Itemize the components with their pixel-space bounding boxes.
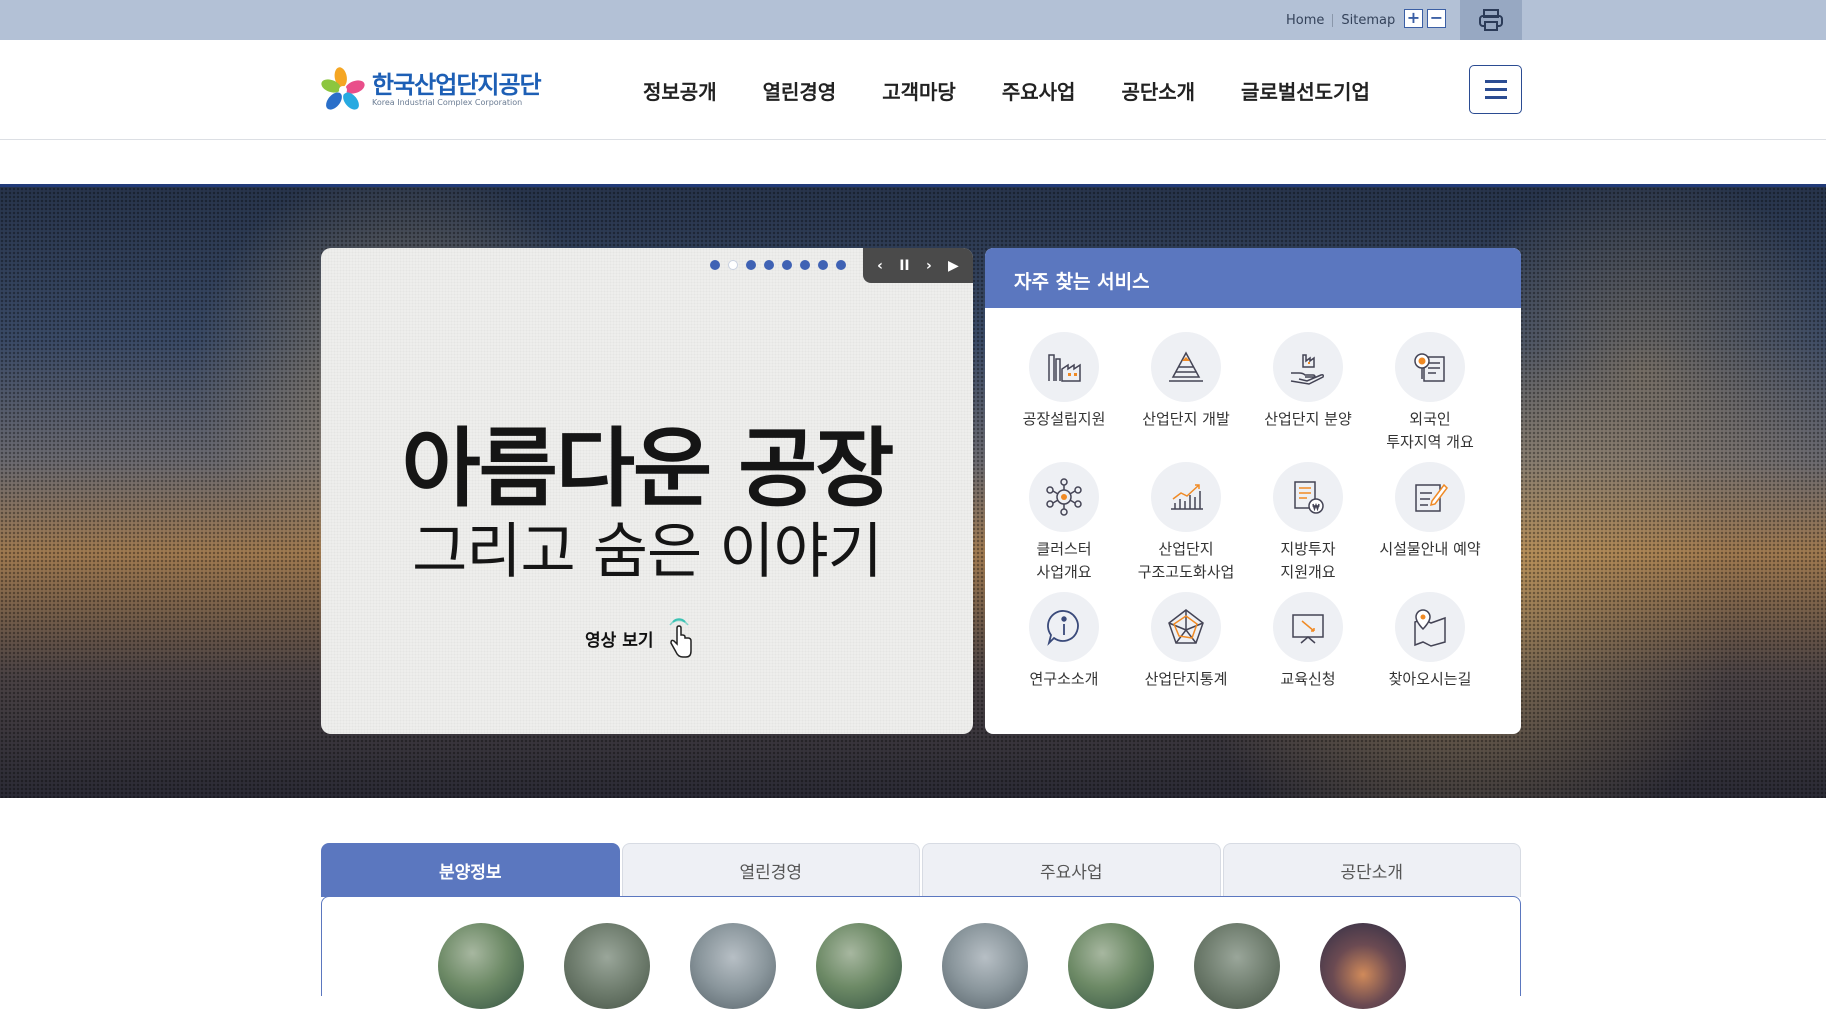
slide-dot[interactable]	[836, 260, 846, 270]
hand-pointer-icon	[669, 618, 693, 658]
content-tabs: 분양정보 열린경영 주요사업 공단소개	[321, 843, 1521, 897]
edit-document-icon	[1395, 462, 1465, 532]
main-navigation: 정보공개 열린경영 고객마당 주요사업 공단소개 글로벌선도기업	[620, 40, 1393, 140]
slide-dot[interactable]	[800, 260, 810, 270]
service-label: 산업단지 구조고도화사업	[1137, 540, 1235, 581]
nav-item-open-management[interactable]: 열린경영	[740, 76, 860, 105]
service-label: 산업단지통계	[1144, 670, 1228, 688]
service-local-investment[interactable]: 지방투자 지원개요	[1247, 462, 1369, 592]
complex-thumbnail[interactable]	[1194, 923, 1280, 1009]
quick-services-panel: 자주 찾는 서비스 공장설립지원 산업단지 개발 산업단지 분양 외국인 투자지…	[985, 248, 1521, 734]
service-label: 연구소소개	[1029, 670, 1099, 688]
logo-flower-icon	[321, 67, 365, 110]
pause-button[interactable]: II	[899, 258, 909, 274]
service-label: 찾아오시는길	[1388, 670, 1472, 688]
service-factory-support[interactable]: 공장설립지원	[1003, 332, 1125, 462]
tab-sale-info[interactable]: 분양정보	[321, 843, 620, 897]
service-label: 교육신청	[1280, 670, 1336, 688]
service-foreign-investment-zone[interactable]: 외국인 투자지역 개요	[1369, 332, 1491, 462]
main-visual-slider: ‹ II › ▶ 아름다운 공장 그리고 숨은 이야기 영상 보기	[321, 248, 973, 734]
complex-thumbnail[interactable]	[690, 923, 776, 1009]
hamburger-icon	[1484, 80, 1507, 83]
complex-thumbnails	[438, 923, 1406, 1009]
print-button[interactable]	[1460, 0, 1522, 40]
prev-slide-button[interactable]: ‹	[877, 258, 883, 274]
nav-item-business[interactable]: 주요사업	[979, 76, 1099, 105]
service-label: 시설물안내 예약	[1379, 540, 1481, 558]
growth-chart-icon	[1151, 462, 1221, 532]
service-complex-development[interactable]: 산업단지 개발	[1125, 332, 1247, 462]
service-label: 지방투자 지원개요	[1280, 540, 1336, 581]
nav-item-info[interactable]: 정보공개	[620, 76, 740, 105]
zoom-out-button[interactable]: −	[1427, 9, 1446, 28]
hand-factory-icon	[1273, 332, 1343, 402]
logo-name-ko: 한국산업단지공단	[372, 71, 542, 99]
logo[interactable]: 한국산업단지공단 Korea Industrial Complex Corpor…	[320, 67, 542, 113]
next-slide-button[interactable]: ›	[926, 258, 932, 274]
complex-thumbnail[interactable]	[942, 923, 1028, 1009]
utility-links: Home Sitemap	[1286, 0, 1395, 40]
logo-name-en: Korea Industrial Complex Corporation	[372, 98, 523, 107]
service-education[interactable]: 교육신청	[1247, 592, 1369, 722]
utility-bar: Home Sitemap + −	[0, 0, 1826, 40]
nav-item-global-leader[interactable]: 글로벌선도기업	[1218, 76, 1393, 138]
radar-chart-icon	[1151, 592, 1221, 662]
tab-open-management[interactable]: 열린경영	[621, 843, 920, 897]
hamburger-line	[1484, 88, 1507, 91]
slide-dot[interactable]	[818, 260, 828, 270]
quick-services-grid: 공장설립지원 산업단지 개발 산업단지 분양 외국인 투자지역 개요 클러스터 …	[1003, 332, 1503, 722]
nav-item-customer[interactable]: 고객마당	[859, 76, 979, 105]
service-label: 산업단지 분양	[1264, 410, 1352, 428]
info-icon	[1029, 592, 1099, 662]
cluster-icon	[1029, 462, 1099, 532]
slide-indicators	[710, 260, 846, 270]
quick-services-title: 자주 찾는 서비스	[985, 248, 1521, 308]
complex-thumbnail[interactable]	[564, 923, 650, 1009]
service-label: 공장설립지원	[1022, 410, 1106, 428]
tab-about[interactable]: 공단소개	[1222, 843, 1521, 897]
slide-dot[interactable]	[764, 260, 774, 270]
service-restructuring[interactable]: 산업단지 구조고도화사업	[1125, 462, 1247, 592]
service-label: 산업단지 개발	[1142, 410, 1230, 428]
service-complex-sale[interactable]: 산업단지 분양	[1247, 332, 1369, 462]
map-pin-icon	[1395, 592, 1465, 662]
home-link[interactable]: Home	[1286, 13, 1324, 28]
play-button[interactable]: ▶	[948, 258, 959, 274]
complex-thumbnail[interactable]	[816, 923, 902, 1009]
zoom-in-button[interactable]: +	[1404, 9, 1423, 28]
service-directions[interactable]: 찾아오시는길	[1369, 592, 1491, 722]
watch-video-label: 영상 보기	[585, 630, 654, 651]
factory-icon	[1029, 332, 1099, 402]
zoom-controls: + −	[1404, 9, 1446, 28]
service-cluster[interactable]: 클러스터 사업개요	[1003, 462, 1125, 592]
slide-dot[interactable]	[710, 260, 720, 270]
printer-icon	[1479, 9, 1503, 31]
slide-controls: ‹ II › ▶	[863, 248, 973, 283]
service-label: 외국인 투자지역 개요	[1386, 410, 1474, 451]
complex-thumbnail[interactable]	[1068, 923, 1154, 1009]
tab-main-business[interactable]: 주요사업	[922, 843, 1221, 897]
sitemap-link[interactable]: Sitemap	[1341, 13, 1395, 28]
coin-support-icon	[1273, 462, 1343, 532]
watch-video-link[interactable]: 영상 보기	[585, 616, 695, 660]
development-icon	[1151, 332, 1221, 402]
service-statistics[interactable]: 산업단지통계	[1125, 592, 1247, 722]
complex-thumbnail[interactable]	[1320, 923, 1406, 1009]
complex-thumbnail[interactable]	[438, 923, 524, 1009]
divider	[1332, 13, 1334, 27]
tab-panel	[321, 896, 1521, 1009]
hamburger-line	[1484, 96, 1507, 99]
service-label: 클러스터 사업개요	[1036, 540, 1092, 581]
slide-dot[interactable]	[782, 260, 792, 270]
nav-item-about[interactable]: 공단소개	[1098, 76, 1218, 105]
service-research-institute[interactable]: 연구소소개	[1003, 592, 1125, 722]
slide-dot[interactable]	[746, 260, 756, 270]
service-facility-reservation[interactable]: 시설물안내 예약	[1369, 462, 1491, 592]
foreign-investment-icon	[1395, 332, 1465, 402]
site-header: 한국산업단지공단 Korea Industrial Complex Corpor…	[0, 40, 1826, 140]
education-icon	[1273, 592, 1343, 662]
visual-subtitle: 그리고 숨은 이야기	[412, 517, 883, 587]
slide-dot-active[interactable]	[728, 260, 738, 270]
all-menu-button[interactable]	[1469, 65, 1522, 114]
